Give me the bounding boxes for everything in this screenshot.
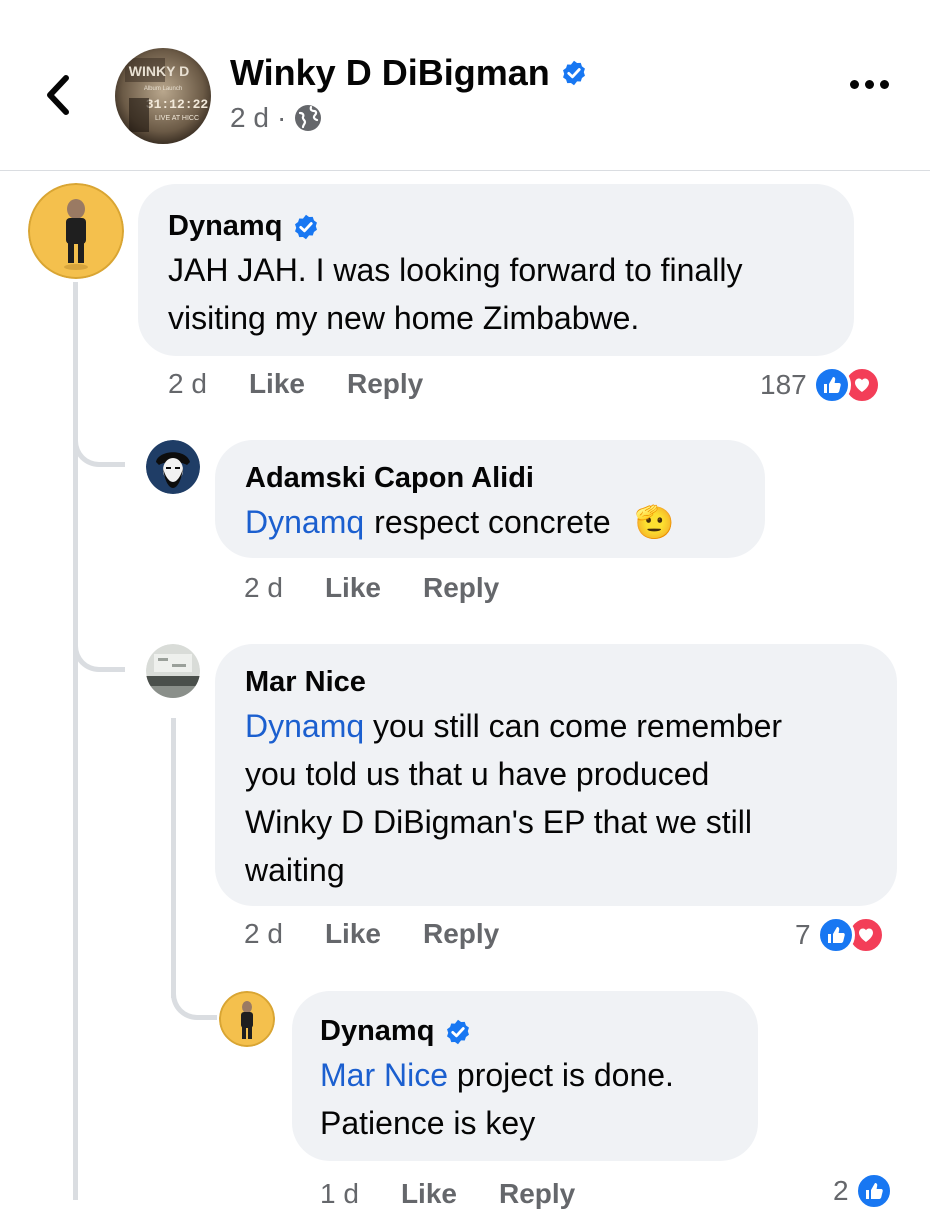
comment-bubble: Mar Nice Dynamq you still can come remem… — [215, 644, 897, 906]
like-icon — [812, 366, 851, 404]
thread-connector — [73, 620, 125, 672]
reaction-summary[interactable]: 2 — [833, 1172, 893, 1210]
meta-separator: · — [276, 102, 287, 133]
like-button[interactable]: Like — [325, 918, 381, 950]
comment-line: you told us that u have produced — [245, 756, 710, 792]
comment-author[interactable]: Adamski Capon Alidi — [245, 462, 534, 495]
verified-badge-icon — [295, 214, 318, 239]
comment-author[interactable]: Dynamq — [168, 210, 320, 243]
svg-text:WINKY D: WINKY D — [129, 63, 189, 79]
more-dot-icon — [880, 80, 889, 89]
comment-line: project is done. — [456, 1057, 674, 1093]
like-icon — [854, 1172, 893, 1210]
reaction-summary[interactable]: 187 — [760, 366, 881, 404]
comment-line: visiting my new home Zimbabwe. — [168, 300, 640, 336]
author-name[interactable]: Adamski Capon Alidi — [245, 462, 534, 495]
back-button[interactable] — [40, 70, 80, 120]
comment-text: Mar Nice project is done. Patience is ke… — [320, 1051, 674, 1147]
comment-line: Winky D DiBigman's EP that we still — [245, 804, 752, 840]
comment-author[interactable]: Mar Nice — [245, 666, 366, 699]
comment-actions: 1 d Like Reply — [320, 1178, 617, 1210]
svg-text:Album Launch: Album Launch — [144, 86, 182, 92]
comment-text: Dynamq you still can come remember you t… — [245, 702, 782, 894]
globe-icon — [295, 105, 322, 131]
comment-line: JAH JAH. I was looking forward to finall… — [168, 252, 743, 288]
more-options-button[interactable] — [850, 80, 889, 89]
like-button[interactable]: Like — [249, 368, 305, 400]
reaction-summary[interactable]: 7 — [795, 916, 885, 954]
comment-line: respect concrete — [374, 504, 611, 540]
comment-line: you still can come remember — [373, 708, 783, 744]
author-name[interactable]: Dynamq — [320, 1015, 434, 1048]
comment-bubble: Dynamq Mar Nice project is done. Patienc… — [292, 991, 758, 1161]
reply-button[interactable]: Reply — [347, 368, 423, 400]
comment-author[interactable]: Dynamq — [320, 1015, 472, 1048]
page-name[interactable]: Winky D DiBigman — [230, 52, 588, 94]
avatar[interactable] — [146, 644, 200, 698]
thread-connector — [171, 968, 217, 1020]
comment-time[interactable]: 1 d — [320, 1178, 359, 1210]
comment-time[interactable]: 2 d — [244, 918, 283, 950]
reaction-count: 7 — [795, 919, 811, 950]
comment-bubble: Dynamq JAH JAH. I was looking forward to… — [138, 184, 854, 356]
comment-time[interactable]: 2 d — [244, 572, 283, 604]
like-icon — [816, 916, 855, 954]
comment-text: Dynamq respect concrete 🫡 — [245, 498, 675, 546]
comment-actions: 2 d Like Reply — [244, 572, 541, 604]
page-name-text[interactable]: Winky D DiBigman — [230, 52, 550, 94]
like-button[interactable]: Like — [325, 572, 381, 604]
mention-link[interactable]: Dynamq — [245, 708, 364, 744]
reaction-count: 187 — [760, 369, 807, 400]
post-meta: 2 d · — [230, 102, 322, 134]
comment-bubble: Adamski Capon Alidi Dynamq respect concr… — [215, 440, 765, 558]
avatar[interactable] — [219, 991, 275, 1047]
chevron-left-icon — [47, 75, 69, 115]
verified-badge-icon — [447, 1019, 470, 1044]
thread-connector — [73, 415, 125, 467]
mention-link[interactable]: Mar Nice — [320, 1057, 448, 1093]
comment-line: waiting — [245, 852, 345, 888]
reply-button[interactable]: Reply — [423, 572, 499, 604]
comment-actions: 2 d Like Reply — [168, 368, 465, 400]
comment-time[interactable]: 2 d — [168, 368, 207, 400]
reply-button[interactable]: Reply — [499, 1178, 575, 1210]
saluting-face-emoji: 🫡 — [634, 504, 675, 540]
avatar[interactable] — [146, 440, 200, 494]
more-dot-icon — [865, 80, 874, 89]
author-name[interactable]: Dynamq — [168, 210, 282, 243]
comment-line: Patience is key — [320, 1105, 536, 1141]
mention-link[interactable]: Dynamq — [245, 498, 364, 546]
page-avatar[interactable]: WINKY D Album Launch 31:12:22 LIVE AT HI… — [115, 48, 211, 144]
svg-text:LIVE AT HICC: LIVE AT HICC — [155, 115, 199, 122]
thread-line — [171, 718, 176, 998]
avatar[interactable] — [28, 183, 124, 279]
comment-text: JAH JAH. I was looking forward to finall… — [168, 246, 742, 342]
reply-button[interactable]: Reply — [423, 918, 499, 950]
reaction-count: 2 — [833, 1175, 849, 1206]
verified-badge-icon — [562, 60, 585, 86]
more-dot-icon — [850, 80, 859, 89]
author-name[interactable]: Mar Nice — [245, 666, 366, 699]
svg-text:31:12:22: 31:12:22 — [146, 97, 209, 112]
post-header: WINKY D Album Launch 31:12:22 LIVE AT HI… — [0, 0, 930, 171]
post-time[interactable]: 2 d — [230, 102, 269, 134]
like-button[interactable]: Like — [401, 1178, 457, 1210]
comment-actions: 2 d Like Reply — [244, 918, 541, 950]
